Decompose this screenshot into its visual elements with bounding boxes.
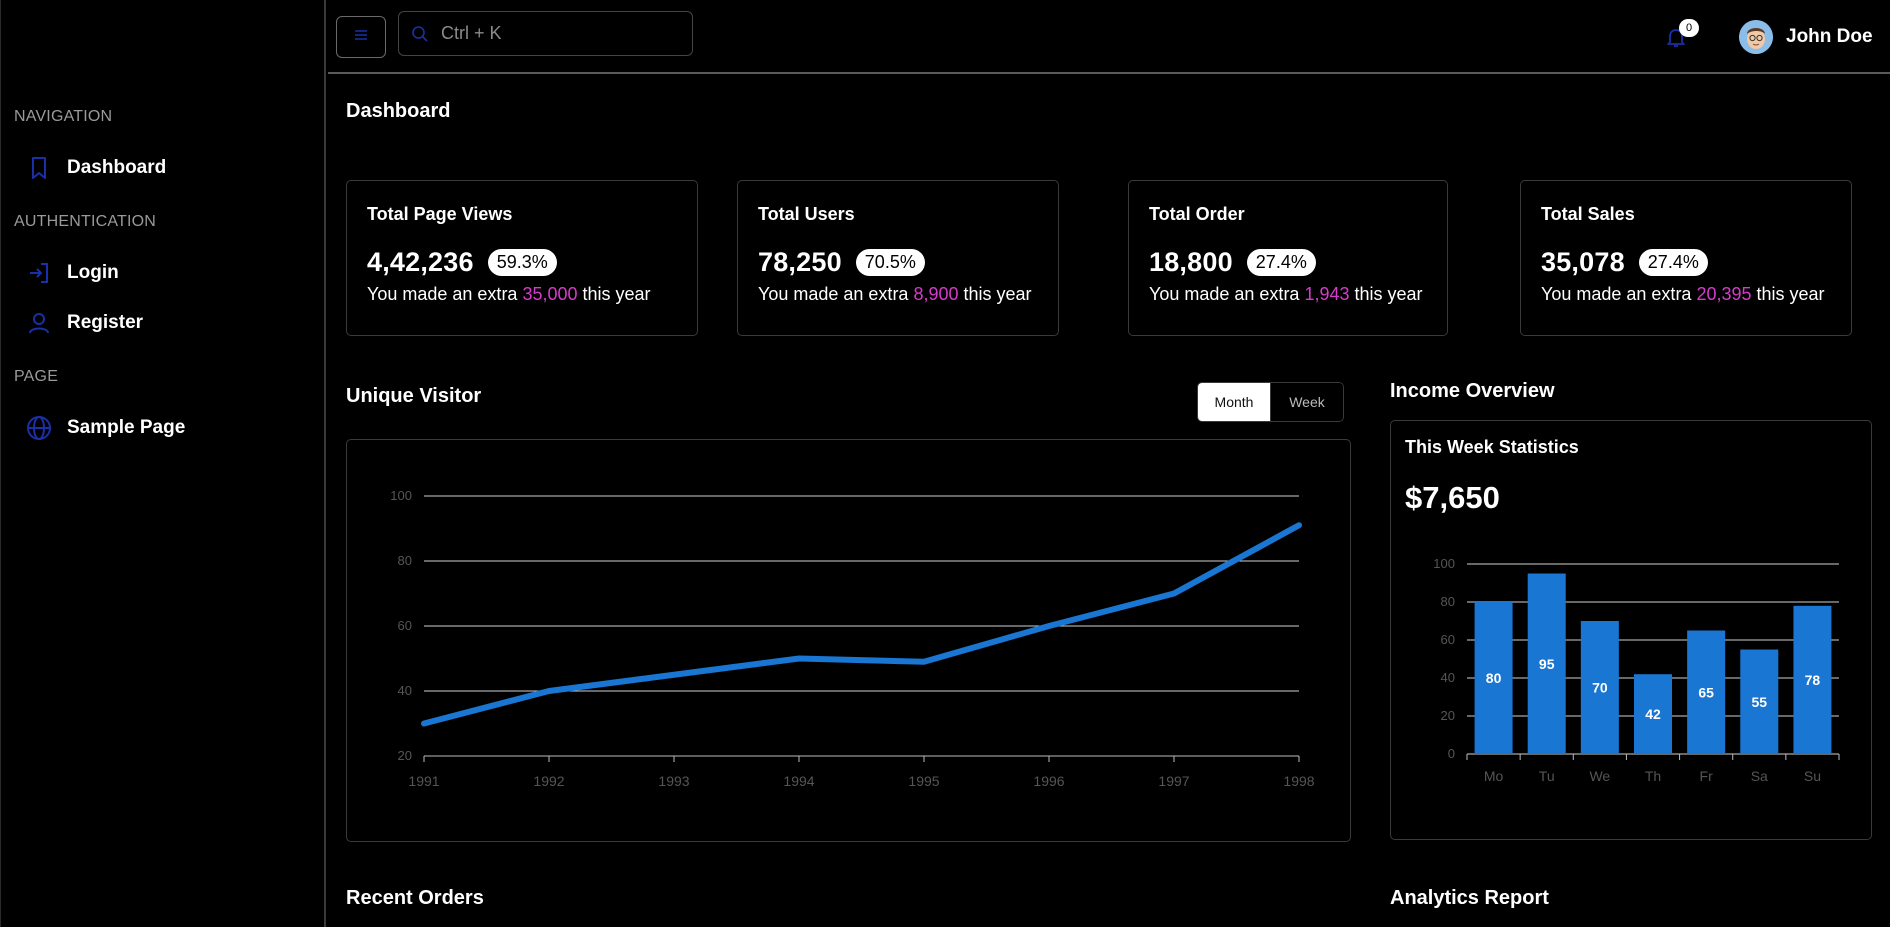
search-input[interactable] [441, 23, 681, 44]
stat-card-extra: 8,900 [913, 284, 959, 304]
bar-value-label: 42 [1645, 706, 1661, 722]
y-tick-label: 60 [398, 618, 412, 633]
stat-card-footnote: You made an extra 20,395 this year [1541, 284, 1825, 304]
user-name[interactable]: John Doe [1786, 26, 1873, 48]
x-tick-label: Tu [1539, 768, 1555, 784]
income-subtitle: This Week Statistics [1405, 437, 1579, 457]
stat-card-badge: 59.3% [487, 249, 557, 276]
x-tick-label: 1994 [783, 773, 814, 789]
bar-value-label: 55 [1751, 694, 1767, 710]
bar-value-label: 70 [1592, 680, 1608, 696]
stat-card-footnote: You made an extra 35,000 this year [367, 284, 651, 304]
bookmark-icon [25, 154, 53, 182]
x-tick-label: 1993 [658, 773, 689, 789]
search-box [398, 11, 693, 56]
nav-section-page: PAGE [14, 368, 59, 385]
stat-card-extra: 35,000 [522, 284, 578, 304]
series-line [421, 522, 1302, 727]
login-icon [25, 259, 53, 287]
stat-card-badge: 27.4% [1638, 249, 1708, 276]
menu-icon [354, 28, 368, 46]
stat-card-value: 18,800 [1149, 247, 1233, 277]
stat-card-users: Total Users 78,250 70.5% You made an ext… [737, 180, 1059, 336]
y-tick-label: 60 [1441, 632, 1455, 647]
y-tick-label: 100 [1433, 556, 1455, 571]
unique-visitor-panel: 20 40 60 80 100 1991 1992 1993 1994 1995 1996 1997 1… [346, 439, 1351, 842]
y-tick-label: 40 [398, 683, 412, 698]
sidebar-item-dashboard[interactable]: Dashboard [25, 151, 166, 185]
y-tick-label: 80 [398, 553, 412, 568]
sidebar-item-label: Login [67, 262, 119, 283]
y-tick-label: 20 [1441, 708, 1455, 723]
bar-value-label: 65 [1698, 684, 1714, 700]
income-overview-title: Income Overview [1390, 380, 1555, 402]
y-tick-label: 40 [1441, 670, 1455, 685]
stat-card-badge: 27.4% [1246, 249, 1316, 276]
stat-card-orders: Total Order 18,800 27.4% You made an ext… [1128, 180, 1448, 336]
x-tick-label: We [1589, 768, 1610, 784]
stat-card-value: 78,250 [758, 247, 842, 277]
sidebar-item-label: Register [67, 312, 144, 333]
stat-card-value: 35,078 [1541, 247, 1625, 277]
income-amount: $7,650 [1405, 480, 1500, 515]
nav-section-authentication: AUTHENTICATION [14, 213, 157, 230]
x-tick-label: Fr [1700, 768, 1714, 784]
period-toggle: Month Week [1197, 382, 1344, 422]
nav-section-navigation: NAVIGATION [14, 108, 113, 125]
stat-card-title: Total Users [758, 204, 855, 224]
stat-card-badge: 70.5% [855, 249, 925, 276]
x-tick-label: 1995 [908, 773, 939, 789]
stat-card-footnote: You made an extra 8,900 this year [758, 284, 1032, 304]
unique-visitor-title: Unique Visitor [346, 385, 482, 407]
x-tick-label: 1992 [533, 773, 564, 789]
toggle-week-button[interactable]: Week [1270, 383, 1343, 421]
menu-toggle-button[interactable] [336, 16, 386, 58]
stat-card-extra: 1,943 [1304, 284, 1350, 304]
line-chart: 20 40 60 80 100 1991 1992 1993 1994 1995 1996 1997 1… [390, 488, 1314, 789]
stat-card-value: 4,42,236 [367, 247, 474, 277]
user-icon [25, 309, 53, 337]
bar-value-label: 80 [1486, 670, 1502, 686]
bar-value-label: 78 [1805, 672, 1821, 688]
stat-card-extra: 20,395 [1696, 284, 1752, 304]
y-tick-label: 0 [1448, 746, 1455, 761]
stat-card-title: Total Sales [1541, 204, 1635, 224]
x-tick-label: Sa [1751, 768, 1768, 784]
toggle-month-button[interactable]: Month [1198, 383, 1270, 421]
header: 0 John Doe [328, 0, 1890, 74]
x-tick-label: 1996 [1033, 773, 1064, 789]
x-tick-label: 1998 [1283, 773, 1314, 789]
x-tick-label: Su [1804, 768, 1821, 784]
sidebar-item-label: Sample Page [67, 417, 186, 438]
stat-card-page-views: Total Page Views 4,42,236 59.3% You made… [346, 180, 698, 336]
x-tick-label: Th [1645, 768, 1661, 784]
notification-badge: 0 [1679, 19, 1699, 37]
x-tick-label: 1991 [408, 773, 439, 789]
x-tick-label: 1997 [1158, 773, 1189, 789]
avatar[interactable] [1739, 20, 1773, 54]
sidebar-item-label: Dashboard [67, 157, 167, 178]
globe-icon [25, 414, 53, 442]
y-tick-label: 100 [390, 488, 412, 503]
stat-card-sales: Total Sales 35,078 27.4% You made an ext… [1520, 180, 1852, 336]
y-tick-label: 20 [398, 748, 412, 763]
sidebar: NAVIGATION Dashboard AUTHENTICATION Logi… [0, 0, 326, 927]
sidebar-item-sample-page[interactable]: Sample Page [25, 411, 185, 445]
y-tick-label: 80 [1441, 594, 1455, 609]
sidebar-item-register[interactable]: Register [25, 306, 143, 340]
analytics-report-title: Analytics Report [1390, 887, 1549, 909]
search-icon [411, 25, 429, 43]
page-title: Dashboard [346, 100, 451, 122]
stat-card-footnote: You made an extra 1,943 this year [1149, 284, 1423, 304]
stat-card-title: Total Order [1149, 204, 1245, 224]
stat-card-title: Total Page Views [367, 204, 513, 224]
bar-value-label: 95 [1539, 656, 1555, 672]
recent-orders-title: Recent Orders [346, 887, 484, 909]
x-tick-label: Mo [1484, 768, 1504, 784]
sidebar-item-login[interactable]: Login [25, 256, 119, 290]
